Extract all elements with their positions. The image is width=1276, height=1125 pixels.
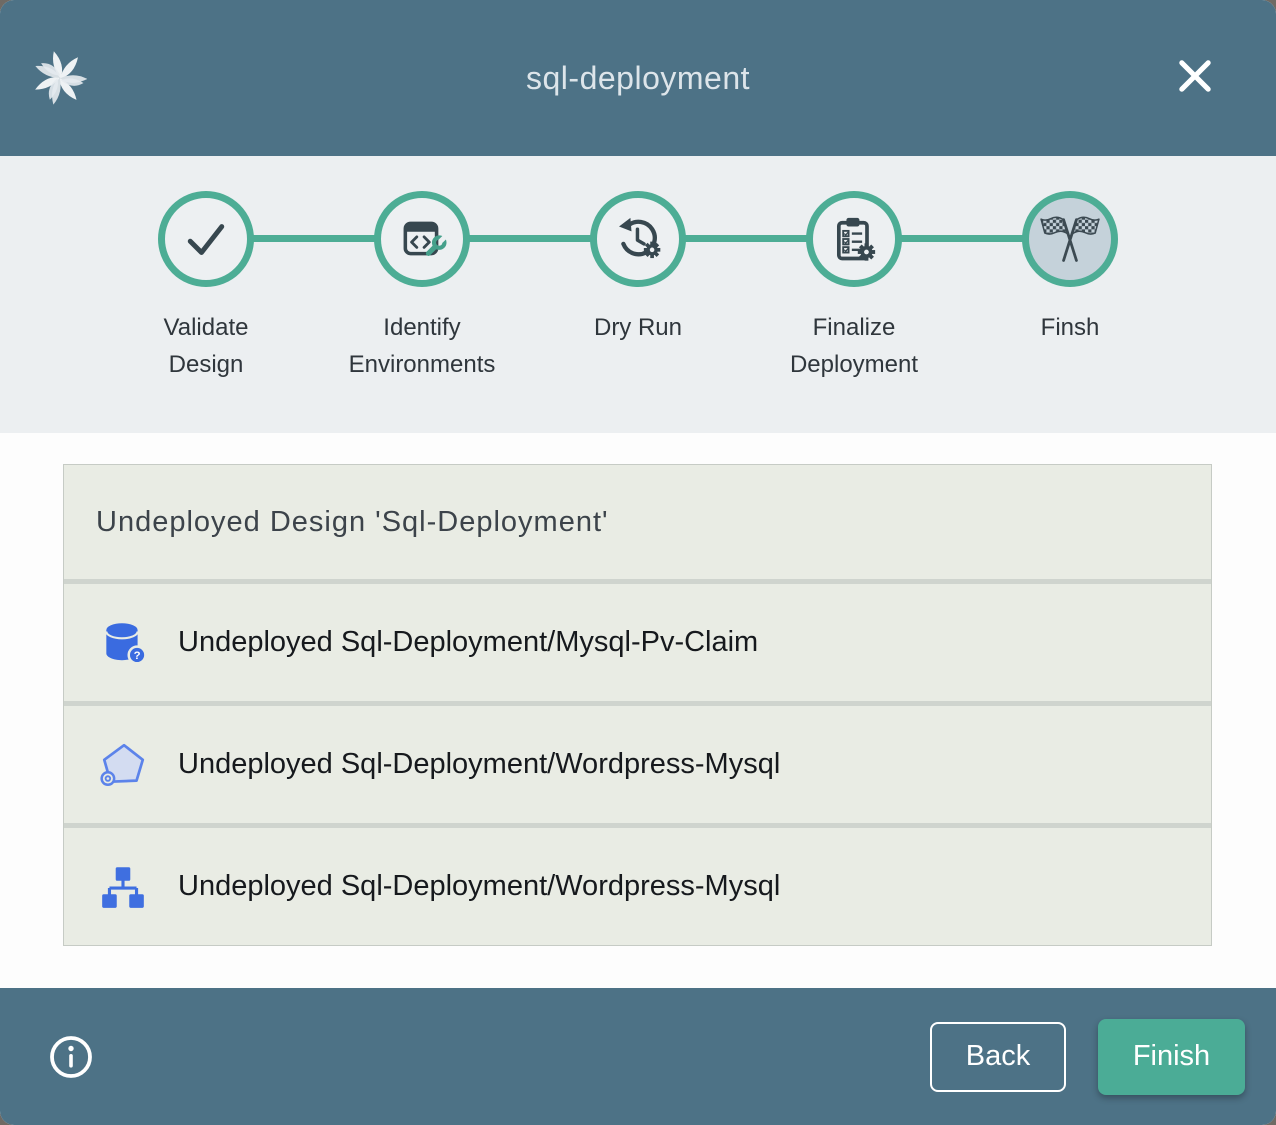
deployment-tree-icon — [98, 862, 148, 912]
sql-deployment-wizard-modal: sql-deployment Validate Design — [0, 0, 1276, 1125]
check-icon[interactable] — [158, 191, 254, 287]
wizard-stepper: Validate Design Identify En — [0, 156, 1276, 433]
step-finish: Finsh — [962, 191, 1178, 383]
log-header-text: Undeployed Design 'Sql-Deployment' — [96, 506, 609, 539]
close-icon[interactable] — [1172, 54, 1218, 100]
step-label: Identify Environments — [343, 309, 501, 383]
list-item-label: Undeployed Sql-Deployment/Mysql-Pv-Claim — [178, 626, 758, 659]
list-item: ? Undeployed Sql-Deployment/Mysql-Pv-Cla… — [64, 579, 1211, 701]
step-label: Finsh — [1041, 309, 1100, 346]
step-finalize-deployment: Finalize Deployment — [746, 191, 962, 383]
log-header-row: Undeployed Design 'Sql-Deployment' — [64, 465, 1211, 579]
step-label: Validate Design — [127, 309, 285, 383]
finish-button[interactable]: Finish — [1098, 1019, 1245, 1095]
pinwheel-logo-icon — [33, 50, 87, 106]
checkered-flags-icon[interactable] — [1022, 191, 1118, 287]
step-dry-run: Dry Run — [530, 191, 746, 383]
pod-pentagon-icon — [98, 740, 148, 790]
modal-footer: Back Finish — [0, 988, 1276, 1125]
list-item-label: Undeployed Sql-Deployment/Wordpress-Mysq… — [178, 748, 780, 781]
database-icon: ? — [98, 618, 148, 668]
svg-text:?: ? — [134, 650, 141, 662]
history-gear-icon[interactable] — [590, 191, 686, 287]
step-validate-design: Validate Design — [98, 191, 314, 383]
clipboard-gear-icon[interactable] — [806, 191, 902, 287]
step-label: Finalize Deployment — [775, 309, 933, 383]
deployment-log-list: Undeployed Design 'Sql-Deployment' ? Und… — [63, 464, 1212, 946]
list-item-label: Undeployed Sql-Deployment/Wordpress-Mysq… — [178, 870, 780, 903]
modal-header: sql-deployment — [0, 0, 1276, 156]
info-circle-icon[interactable] — [48, 1034, 94, 1080]
list-item: Undeployed Sql-Deployment/Wordpress-Mysq… — [64, 701, 1211, 823]
list-item: Undeployed Sql-Deployment/Wordpress-Mysq… — [64, 823, 1211, 945]
back-button[interactable]: Back — [930, 1022, 1066, 1092]
code-window-wrench-icon[interactable] — [374, 191, 470, 287]
modal-title: sql-deployment — [0, 60, 1276, 97]
step-label: Dry Run — [594, 309, 682, 346]
wizard-content: Undeployed Design 'Sql-Deployment' ? Und… — [0, 433, 1276, 988]
step-identify-environments: Identify Environments — [314, 191, 530, 383]
